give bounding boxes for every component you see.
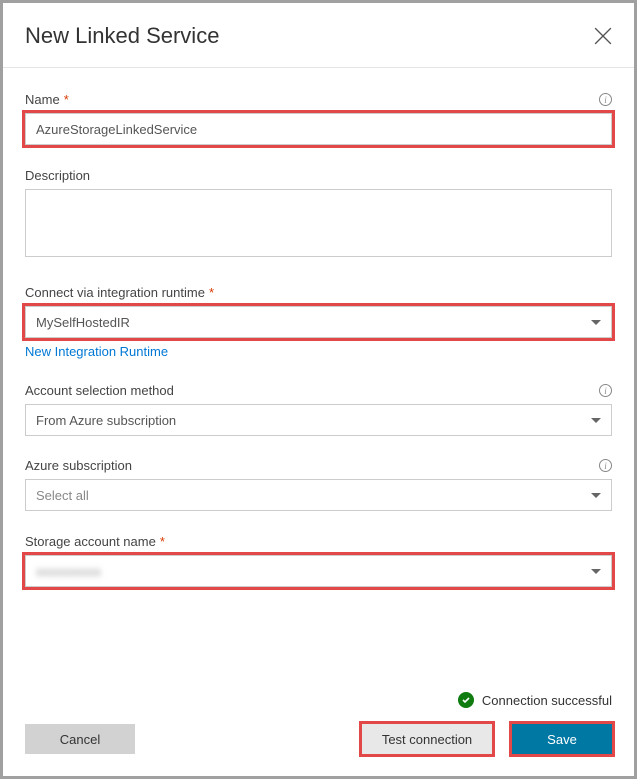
- chevron-down-icon: [591, 320, 601, 325]
- subscription-select[interactable]: Select all: [25, 479, 612, 511]
- subscription-value: Select all: [36, 488, 89, 503]
- new-runtime-link[interactable]: New Integration Runtime: [25, 344, 168, 359]
- info-icon[interactable]: i: [599, 384, 612, 397]
- storage-account-select[interactable]: xxxxxxxxxx: [25, 555, 612, 587]
- name-label: Name*: [25, 92, 69, 107]
- description-input[interactable]: [25, 189, 612, 257]
- chevron-down-icon: [591, 569, 601, 574]
- runtime-label: Connect via integration runtime*: [25, 285, 214, 300]
- storage-account-field-block: Storage account name* xxxxxxxxxx: [25, 533, 612, 587]
- info-icon[interactable]: i: [599, 459, 612, 472]
- chevron-down-icon: [591, 493, 601, 498]
- description-label: Description: [25, 168, 90, 183]
- status-row: Connection successful: [3, 692, 634, 718]
- storage-account-label: Storage account name*: [25, 534, 165, 549]
- info-icon[interactable]: i: [599, 93, 612, 106]
- test-connection-button[interactable]: Test connection: [362, 724, 492, 754]
- account-method-label: Account selection method: [25, 383, 174, 398]
- runtime-select[interactable]: MySelfHostedIR: [25, 306, 612, 338]
- footer-right-group: Test connection Save: [362, 724, 612, 754]
- panel-title: New Linked Service: [25, 23, 219, 49]
- panel-header: New Linked Service: [3, 3, 634, 68]
- name-input[interactable]: [25, 113, 612, 145]
- form-body: Name* i Description Connect via integrat…: [3, 68, 634, 692]
- storage-account-value: xxxxxxxxxx: [36, 564, 101, 579]
- close-icon[interactable]: [594, 27, 612, 45]
- cancel-button[interactable]: Cancel: [25, 724, 135, 754]
- chevron-down-icon: [591, 418, 601, 423]
- description-field-block: Description: [25, 167, 612, 262]
- status-message: Connection successful: [482, 693, 612, 708]
- runtime-value: MySelfHostedIR: [36, 315, 130, 330]
- new-linked-service-panel: New Linked Service Name* i Description C…: [3, 3, 634, 776]
- name-field-block: Name* i: [25, 92, 612, 145]
- save-button[interactable]: Save: [512, 724, 612, 754]
- account-method-select[interactable]: From Azure subscription: [25, 404, 612, 436]
- success-check-icon: [458, 692, 474, 708]
- account-method-value: From Azure subscription: [36, 413, 176, 428]
- account-method-field-block: Account selection method i From Azure su…: [25, 383, 612, 436]
- subscription-label: Azure subscription: [25, 458, 132, 473]
- panel-footer: Cancel Test connection Save: [3, 718, 634, 776]
- runtime-field-block: Connect via integration runtime* MySelfH…: [25, 284, 612, 361]
- subscription-field-block: Azure subscription i Select all: [25, 458, 612, 511]
